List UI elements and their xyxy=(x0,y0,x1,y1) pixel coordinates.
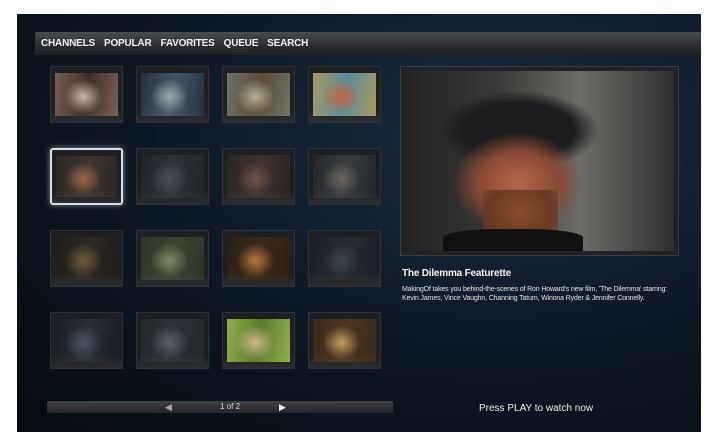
nav-item-popular[interactable]: POPULAR xyxy=(104,38,152,49)
next-arrow-icon[interactable]: ▶ xyxy=(279,402,286,413)
pagination-bar: ◀ 1 of 2 ▶ xyxy=(47,401,393,413)
preview-image xyxy=(405,71,674,251)
nav-item-search[interactable]: SEARCH xyxy=(267,38,308,49)
video-preview-panel xyxy=(400,66,679,256)
video-thumbnail[interactable] xyxy=(222,148,295,205)
video-thumbnail[interactable] xyxy=(50,230,123,287)
nav-item-channels[interactable]: CHANNELS xyxy=(41,38,95,49)
nav-item-queue[interactable]: QUEUE xyxy=(224,38,259,49)
video-thumbnail[interactable] xyxy=(50,66,123,123)
video-description: MakingOf takes you behind-the-scenes of … xyxy=(402,286,668,302)
video-thumbnail[interactable] xyxy=(308,312,381,369)
video-thumbnail[interactable] xyxy=(308,66,381,123)
video-thumbnail[interactable] xyxy=(136,312,209,369)
video-thumbnail[interactable] xyxy=(308,230,381,287)
nav-item-favorites[interactable]: FAVORITES xyxy=(160,38,214,49)
video-thumbnail-grid xyxy=(50,66,390,396)
video-thumbnail[interactable] xyxy=(50,312,123,369)
video-thumbnail[interactable] xyxy=(222,312,295,369)
top-nav-bar: CHANNELS POPULAR FAVORITES QUEUE SEARCH xyxy=(35,32,701,55)
video-thumbnail[interactable] xyxy=(222,66,295,123)
tv-app-screen: CHANNELS POPULAR FAVORITES QUEUE SEARCH … xyxy=(17,14,701,432)
video-thumbnail[interactable] xyxy=(136,148,209,205)
video-thumbnail[interactable] xyxy=(136,230,209,287)
video-thumbnail[interactable] xyxy=(308,148,381,205)
video-thumbnail[interactable] xyxy=(50,148,123,205)
video-thumbnail[interactable] xyxy=(222,230,295,287)
page-indicator: 1 of 2 xyxy=(220,402,241,411)
prev-arrow-icon[interactable]: ◀ xyxy=(165,402,172,413)
video-title: The Dilemma Featurette xyxy=(402,268,511,279)
play-hint: Press PLAY to watch now xyxy=(479,403,594,414)
video-thumbnail[interactable] xyxy=(136,66,209,123)
